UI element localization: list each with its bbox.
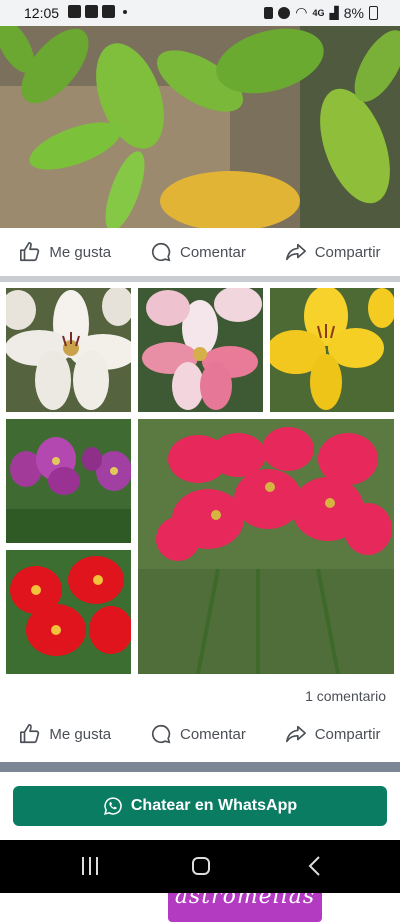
status-time: 12:05 [24, 5, 60, 21]
comment-button[interactable]: Comentar [150, 241, 246, 263]
post-two-actions: Me gusta Comentar Compartir [0, 710, 400, 758]
comment-label: Comentar [179, 725, 246, 743]
more-notifications-icon [123, 9, 127, 14]
alert-notification-icon [102, 5, 115, 18]
alarm-icon [278, 6, 291, 19]
like-label: Me gusta [49, 725, 112, 743]
home-icon[interactable] [191, 855, 211, 877]
signal-icon: ▟ [329, 5, 339, 20]
gallery-notification-icon [68, 5, 81, 18]
status-bar: 12:05 ◠ 4G ▟ 8% [0, 0, 400, 26]
like-icon [20, 242, 40, 262]
whatsapp-button-label: Chatear en WhatsApp [130, 797, 298, 814]
photo-tile-astromelias[interactable] [138, 419, 394, 674]
red-flower-photo [6, 550, 131, 674]
whatsapp-chat-button[interactable]: Chatear en WhatsApp [13, 786, 387, 826]
photo-tile-pink-white[interactable] [138, 288, 263, 412]
photo-grid: astromelias [0, 282, 400, 922]
astromelias-photo [138, 419, 394, 674]
comment-count[interactable]: 1 comentario [305, 688, 386, 704]
pink-white-photo [138, 288, 263, 412]
plant-photo [0, 26, 400, 228]
purple-flower-photo [6, 419, 131, 543]
comment-icon [151, 242, 171, 262]
share-icon [285, 243, 306, 261]
yellow-flower-photo [270, 288, 394, 412]
photo-tile-yellow[interactable] [270, 288, 394, 412]
comment-button[interactable]: Comentar [150, 723, 246, 745]
white-lily-photo [6, 288, 131, 412]
battery-saver-icon [264, 6, 274, 19]
photo-tile-red[interactable] [6, 550, 131, 674]
like-icon [20, 724, 40, 744]
like-label: Me gusta [49, 243, 112, 261]
comment-label: Comentar [179, 243, 246, 261]
notification-icons [68, 5, 127, 18]
system-icons: ◠ 4G ▟ 8% [264, 4, 378, 21]
battery-icon [369, 5, 378, 20]
network-type: 4G [312, 7, 325, 18]
recent-apps-icon[interactable] [80, 855, 100, 877]
back-icon[interactable] [305, 855, 325, 877]
like-button[interactable]: Me gusta [19, 241, 111, 263]
share-button[interactable]: Compartir [285, 723, 381, 745]
share-label: Compartir [314, 243, 381, 261]
share-label: Compartir [314, 725, 381, 743]
post-image-plants[interactable] [0, 26, 400, 228]
whatsapp-icon [103, 797, 122, 815]
photo-tile-white-lily[interactable] [6, 288, 131, 412]
next-post-preview [0, 762, 400, 772]
share-icon [285, 725, 306, 743]
youtube-notification-icon [85, 5, 98, 18]
wifi-icon: ◠ [295, 4, 308, 20]
battery-level: 8% [343, 4, 364, 21]
share-button[interactable]: Compartir [285, 241, 381, 263]
system-navigation-bar [0, 840, 400, 893]
photo-tile-purple[interactable] [6, 419, 131, 543]
comment-icon [151, 724, 171, 744]
post-one-actions: Me gusta Comentar Compartir [0, 228, 400, 276]
like-button[interactable]: Me gusta [19, 723, 111, 745]
